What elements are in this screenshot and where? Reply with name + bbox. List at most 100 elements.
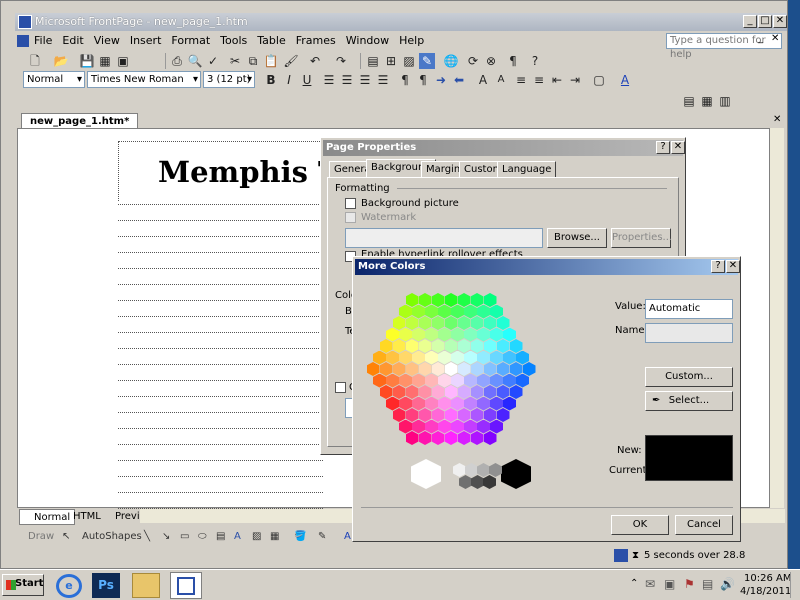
autoshapes-menu[interactable]: AutoShapes [82,527,142,547]
line-color-icon[interactable]: ✎ [318,527,326,547]
insert-picture-icon[interactable]: ▨ [401,53,417,69]
color-swatch[interactable] [412,304,425,319]
align-center-icon[interactable]: ☰ [339,72,355,88]
color-swatch[interactable] [490,327,503,342]
gray-swatch[interactable] [477,463,490,477]
color-swatch[interactable] [477,373,490,388]
color-swatch[interactable] [464,396,477,411]
color-swatch[interactable] [477,396,490,411]
color-swatch[interactable] [490,396,503,411]
color-swatch[interactable] [438,304,451,319]
color-swatch[interactable] [457,316,471,330]
fill-color-icon[interactable]: 🪣 [294,527,306,547]
show-hidden-icons[interactable]: ⌃ [630,578,638,589]
color-swatch[interactable] [405,339,419,353]
arrow-right-icon[interactable]: ➜ [433,72,449,88]
tray-flag-icon[interactable]: ⚑ [684,577,695,591]
color-swatch[interactable] [496,385,510,399]
color-swatch[interactable] [483,339,497,353]
color-swatch[interactable] [457,362,471,376]
color-swatch[interactable] [483,385,497,399]
color-swatch[interactable] [412,327,425,342]
color-swatch[interactable] [425,373,438,388]
undo-icon[interactable]: ↶ [307,53,323,69]
color-swatch[interactable] [392,408,406,422]
color-swatch[interactable] [490,350,503,365]
draw-menu[interactable]: Draw [28,527,54,547]
color-swatch[interactable] [464,419,477,434]
align-left-icon[interactable]: ☰ [321,72,337,88]
color-swatch[interactable] [425,396,438,411]
folder-list-icon[interactable]: ▣ [115,53,131,69]
gray-swatch[interactable] [459,475,472,489]
color-swatch[interactable] [477,350,490,365]
close-button[interactable]: ✕ [773,15,787,28]
color-swatch[interactable] [470,316,484,330]
format-painter-icon[interactable]: 🖌 [283,53,299,69]
rtl-icon[interactable]: ¶ [415,72,431,88]
color-swatch[interactable] [386,327,399,342]
color-swatch[interactable] [425,304,438,319]
color-swatch[interactable] [438,350,451,365]
cancel-button[interactable]: Cancel [675,515,733,535]
font-color-icon[interactable]: A [617,72,633,88]
color-swatch[interactable] [496,316,510,330]
color-swatch[interactable] [438,419,451,434]
color-swatch[interactable] [451,304,464,319]
publish-icon[interactable]: ▦ [97,53,113,69]
menu-frames[interactable]: Frames [291,32,341,50]
color-swatch[interactable] [444,408,458,422]
new-page-icon[interactable]: 🗋 [27,53,43,69]
color-swatch[interactable] [431,293,445,307]
color-swatch[interactable] [386,350,399,365]
underline-button[interactable]: U [299,72,315,88]
internet-explorer-icon[interactable]: e [56,574,82,598]
color-swatch[interactable] [399,350,412,365]
borders-icon[interactable]: ▢ [591,72,607,88]
color-swatch[interactable] [483,408,497,422]
color-swatch[interactable] [444,362,458,376]
hyperlink-icon[interactable]: 🌐 [443,53,459,69]
color-swatch[interactable] [490,373,503,388]
ok-button[interactable]: OK [611,515,669,535]
color-swatch[interactable] [373,350,386,365]
color-swatch[interactable] [509,339,523,353]
value-field[interactable]: Automatic [645,299,733,319]
color-swatch[interactable] [386,396,399,411]
copy-icon[interactable]: ⧉ [245,53,261,69]
color-swatch[interactable] [470,385,484,399]
color-swatch[interactable] [477,304,490,319]
redo-icon[interactable]: ↷ [333,53,349,69]
frontpage-taskbar-icon[interactable] [170,572,202,599]
increase-indent-icon[interactable]: ⇥ [567,72,583,88]
custom-button[interactable]: Custom... [645,367,733,387]
color-swatch[interactable] [483,293,497,307]
decrease-indent-icon[interactable]: ⇤ [549,72,565,88]
color-swatch[interactable] [431,316,445,330]
color-swatch[interactable] [418,316,432,330]
color-swatch[interactable] [405,316,419,330]
color-swatch[interactable] [431,408,445,422]
color-swatch[interactable] [412,373,425,388]
oval-icon[interactable]: ⬭ [198,527,207,547]
color-swatch[interactable] [412,419,425,434]
color-swatch[interactable] [490,419,503,434]
photoshop-icon[interactable]: Ps [92,573,120,598]
menu-edit[interactable]: Edit [57,32,88,50]
tray-network-icon[interactable]: ▤ [702,577,713,591]
menu-format[interactable]: Format [166,32,215,50]
color-swatch[interactable] [444,316,458,330]
color-swatch[interactable] [503,350,516,365]
color-swatch[interactable] [496,362,510,376]
color-swatch[interactable] [438,373,451,388]
numbering-icon[interactable]: ≡ [513,72,529,88]
color-swatch[interactable] [464,373,477,388]
color-swatch[interactable] [451,327,464,342]
web-part-icon[interactable]: ▦ [699,93,715,109]
print-icon[interactable]: ⎙ [169,53,185,69]
vertical-scrollbar[interactable] [770,128,784,508]
drawing-icon[interactable]: ✎ [419,53,435,69]
color-swatch[interactable] [399,419,412,434]
mc-close-button[interactable]: ✕ [726,260,740,273]
color-swatch[interactable] [503,327,516,342]
